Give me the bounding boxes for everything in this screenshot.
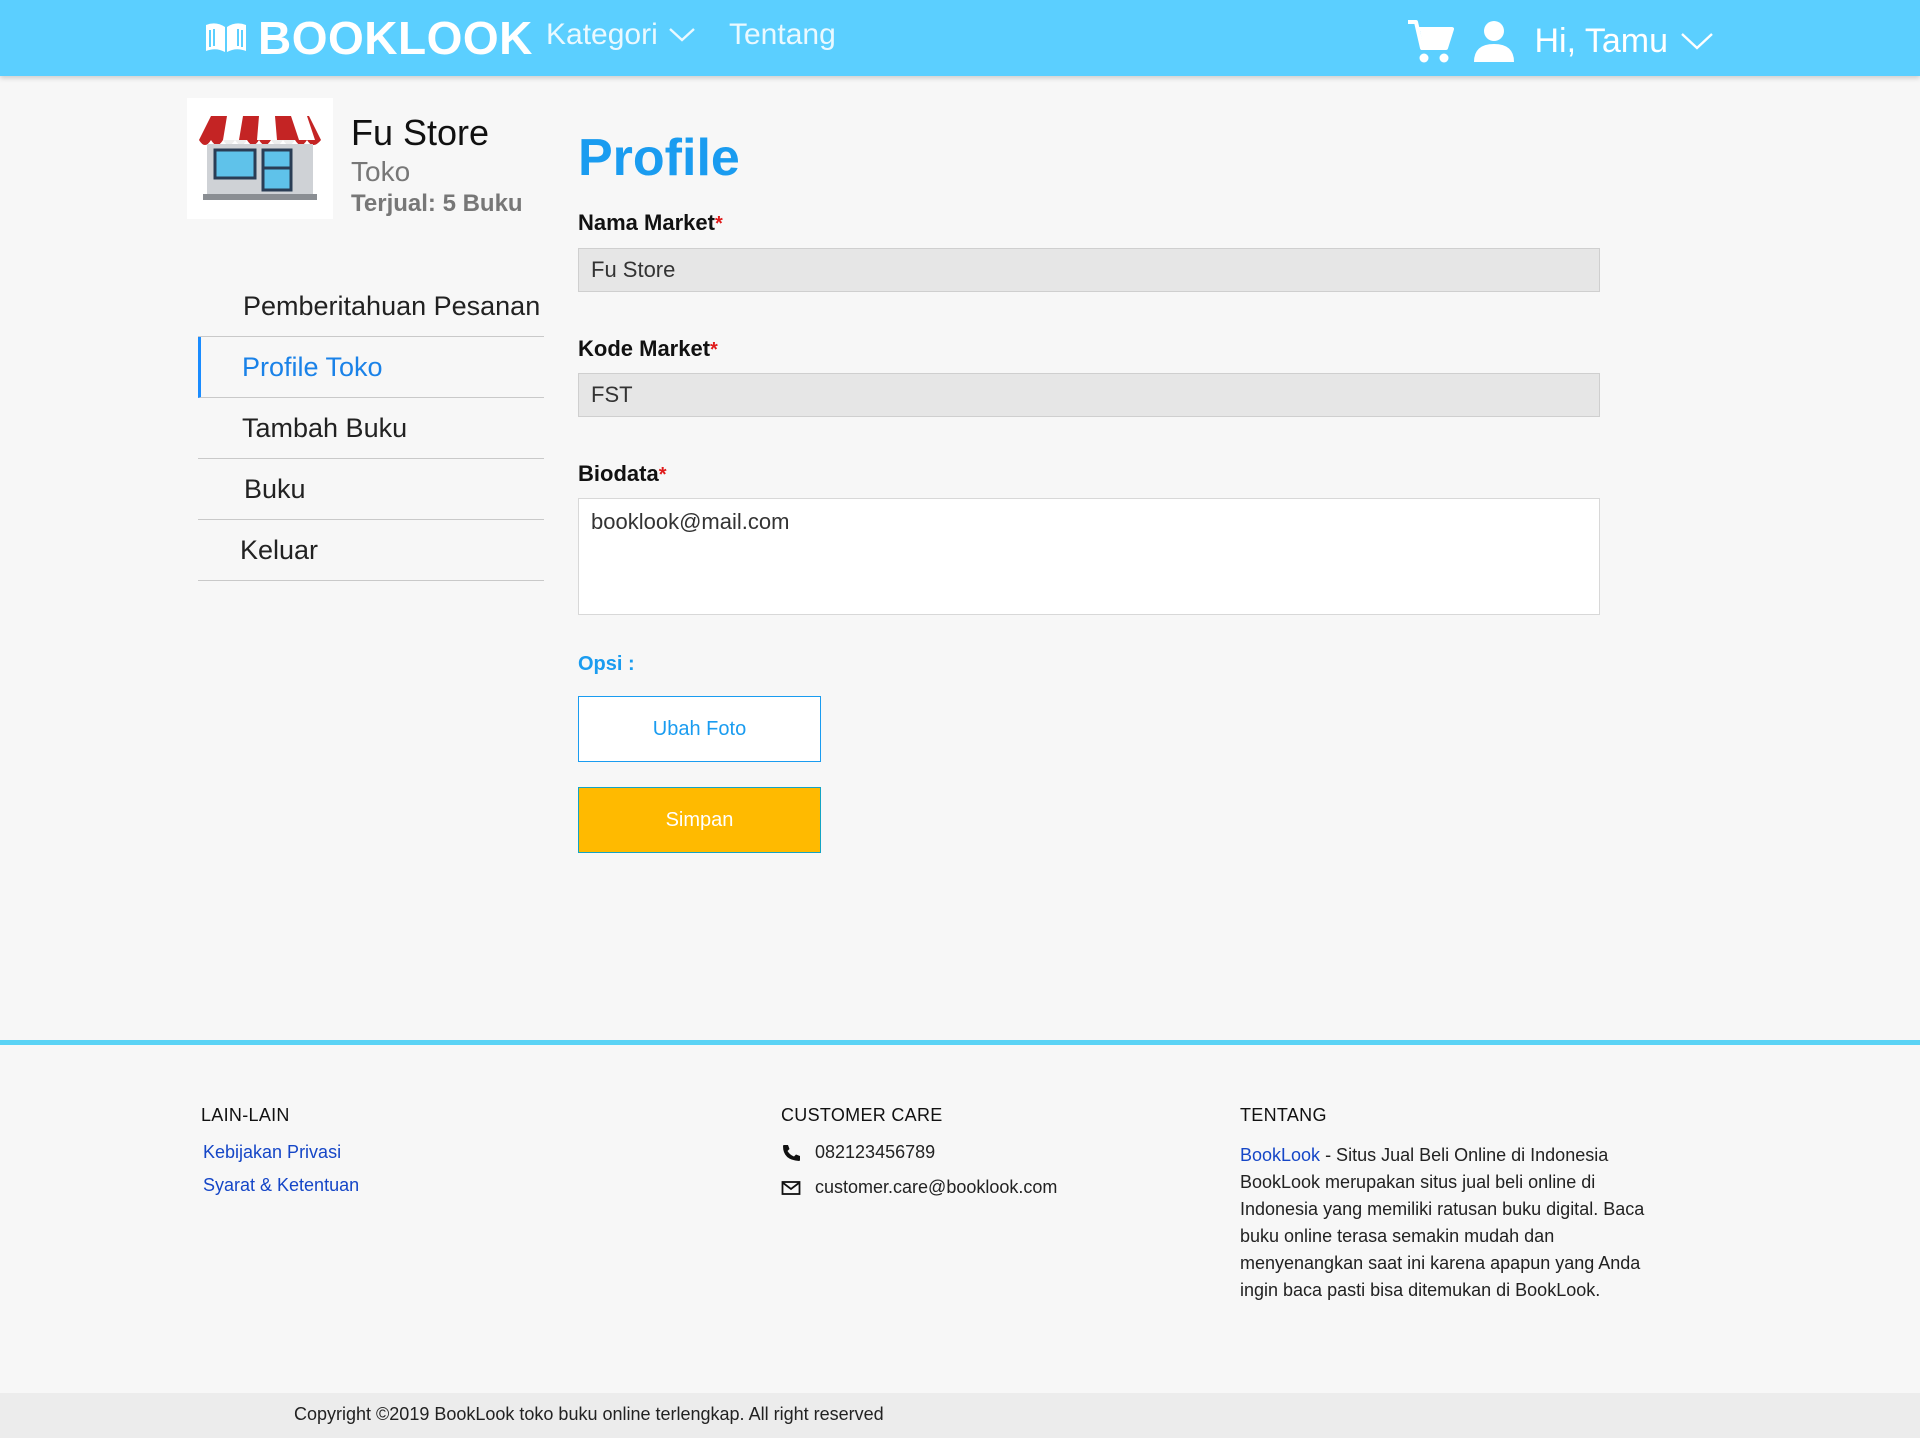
kebijakan-privasi-link[interactable]: Kebijakan Privasi: [203, 1142, 359, 1163]
kode-market-label-text: Kode Market: [578, 336, 711, 361]
sidebar-item-pemberitahuan-pesanan[interactable]: Pemberitahuan Pesanan: [198, 276, 544, 337]
nav-tentang-link[interactable]: Tentang: [729, 18, 836, 52]
user-greeting-dropdown[interactable]: Hi, Tamu: [1534, 22, 1714, 61]
brand-logo-link[interactable]: BOOKLOOK: [204, 10, 533, 66]
footer-heading: CUSTOMER CARE: [781, 1105, 943, 1125]
footer-col-lain-lain: LAIN-LAIN Kebijakan Privasi Syarat & Ket…: [201, 1105, 359, 1196]
chevron-down-icon: [668, 27, 696, 43]
required-mark: *: [658, 464, 667, 486]
footer-heading: LAIN-LAIN: [201, 1105, 290, 1125]
care-phone-row: 082123456789: [781, 1142, 1057, 1163]
page-title: Profile: [578, 129, 740, 187]
simpan-button[interactable]: Simpan: [578, 787, 821, 853]
user-account-icon[interactable]: [1472, 20, 1516, 62]
nama-market-label: Nama Market*: [578, 210, 723, 236]
sidebar-item-buku[interactable]: Buku: [198, 459, 544, 520]
about-body: BookLook merupakan situs jual beli onlin…: [1240, 1172, 1645, 1300]
biodata-label: Biodata*: [578, 461, 666, 487]
opsi-label: Opsi :: [578, 653, 635, 675]
store-type: Toko: [351, 156, 411, 187]
biodata-label-text: Biodata: [578, 461, 659, 486]
nav-kategori-dropdown[interactable]: Kategori: [546, 18, 696, 52]
footer-heading: TENTANG: [1240, 1105, 1327, 1125]
care-email-row: customer.care@booklook.com: [781, 1177, 1057, 1198]
sidebar-item-label: Pemberitahuan Pesanan: [243, 290, 541, 321]
chevron-down-icon: [1680, 31, 1714, 51]
about-tagline: - Situs Jual Beli Online di Indonesia: [1320, 1145, 1609, 1165]
sidebar-item-label: Profile Toko: [242, 351, 383, 382]
nama-market-field[interactable]: [578, 248, 1600, 292]
syarat-ketentuan-link[interactable]: Syarat & Ketentuan: [203, 1175, 359, 1196]
copyright-text: Copyright ©2019 BookLook toko buku onlin…: [294, 1404, 884, 1424]
copyright-bar: Copyright ©2019 BookLook toko buku onlin…: [0, 1393, 1920, 1438]
ubah-foto-button[interactable]: Ubah Foto: [578, 696, 821, 762]
about-text: BookLook - Situs Jual Beli Online di Ind…: [1240, 1142, 1660, 1304]
phone-icon: [781, 1144, 801, 1162]
sidebar-item-label: Tambah Buku: [242, 412, 408, 443]
footer-col-customer-care: CUSTOMER CARE 082123456789 customer.care…: [781, 1105, 1057, 1198]
brand-name: BOOKLOOK: [258, 12, 533, 64]
nama-market-label-text: Nama Market: [578, 210, 715, 235]
store-name: Fu Store: [351, 112, 490, 153]
required-mark: *: [714, 213, 723, 235]
biodata-textarea[interactable]: booklook@mail.com: [578, 498, 1600, 615]
about-brand-link[interactable]: BookLook: [1240, 1145, 1320, 1165]
care-phone: 082123456789: [815, 1142, 936, 1162]
store-avatar: [187, 98, 333, 219]
store-sold-count: Terjual: 5 Buku: [351, 190, 523, 217]
site-footer: LAIN-LAIN Kebijakan Privasi Syarat & Ket…: [0, 1040, 1920, 1393]
kode-market-label: Kode Market*: [578, 336, 718, 362]
care-email: customer.care@booklook.com: [815, 1177, 1058, 1197]
kode-market-field[interactable]: [578, 373, 1600, 417]
nav-kategori-label: Kategori: [546, 18, 658, 51]
top-navbar: BOOKLOOK Kategori Tentang Hi, Tamu: [0, 0, 1920, 76]
shopping-cart-icon[interactable]: [1406, 18, 1455, 64]
sidebar-item-profile-toko[interactable]: Profile Toko: [198, 337, 544, 398]
required-mark: *: [710, 339, 718, 361]
nav-user-area: Hi, Tamu: [1406, 14, 1714, 68]
footer-col-tentang: TENTANG BookLook - Situs Jual Beli Onlin…: [1240, 1105, 1660, 1304]
sidebar-item-label: Keluar: [240, 534, 319, 565]
open-book-icon: [204, 21, 248, 55]
nav-tentang-label: Tentang: [729, 18, 836, 51]
sidebar-item-tambah-buku[interactable]: Tambah Buku: [198, 398, 544, 459]
sidebar-item-label: Buku: [244, 473, 306, 504]
sidebar-item-keluar[interactable]: Keluar: [198, 520, 544, 581]
storefront-icon: [199, 115, 321, 200]
seller-sidebar-menu: Pemberitahuan Pesanan Profile Toko Tamba…: [198, 276, 544, 581]
mail-icon: [781, 1179, 801, 1197]
user-greeting-label: Hi, Tamu: [1534, 21, 1668, 60]
